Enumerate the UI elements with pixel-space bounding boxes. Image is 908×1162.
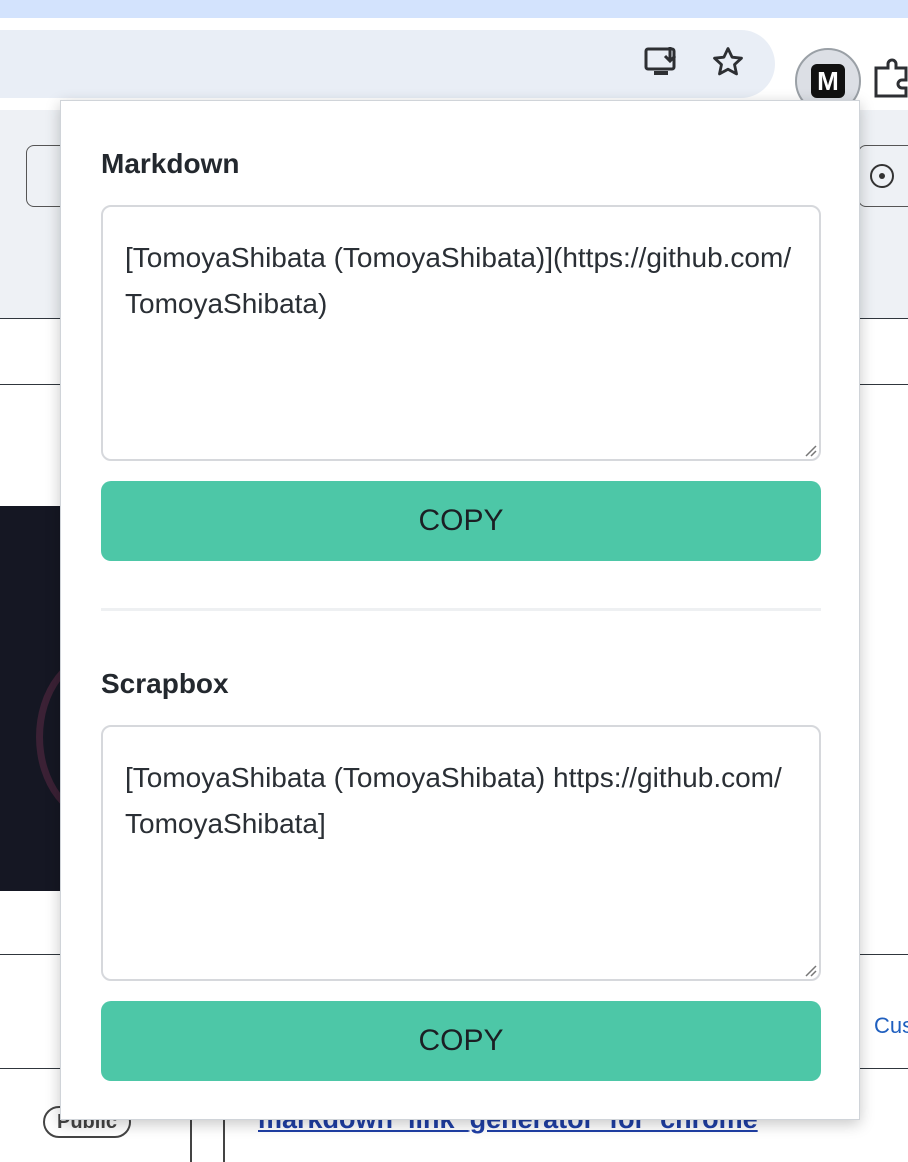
section-divider [101, 608, 821, 611]
extensions-puzzle-icon[interactable] [874, 58, 908, 98]
markdown-text: [TomoyaShibata (TomoyaShibata)](https://… [125, 242, 792, 319]
scrapbox-textarea[interactable]: [TomoyaShibata (TomoyaShibata) https://g… [101, 725, 821, 981]
markdown-section-title: Markdown [101, 148, 240, 179]
browser-toolbar: M [0, 18, 908, 114]
install-app-icon[interactable] [640, 40, 684, 84]
extension-m-icon: M [811, 64, 845, 98]
scrapbox-copy-button[interactable]: COPY [101, 1001, 821, 1081]
bookmark-star-icon[interactable] [706, 40, 750, 84]
markdown-textarea[interactable]: [TomoyaShibata (TomoyaShibata)](https://… [101, 205, 821, 461]
markdown-copy-button[interactable]: COPY [101, 481, 821, 561]
scrapbox-text: [TomoyaShibata (TomoyaShibata) https://g… [125, 762, 782, 839]
page-side-link[interactable]: Cus [874, 1013, 908, 1039]
resize-grip-icon[interactable] [801, 441, 817, 457]
resize-grip-icon[interactable] [801, 961, 817, 977]
browser-tabstrip [0, 0, 908, 18]
page-watch-button[interactable] [858, 145, 908, 207]
scrapbox-section-title: Scrapbox [101, 668, 229, 699]
extension-popup: Markdown [TomoyaShibata (TomoyaShibata)]… [60, 100, 860, 1120]
